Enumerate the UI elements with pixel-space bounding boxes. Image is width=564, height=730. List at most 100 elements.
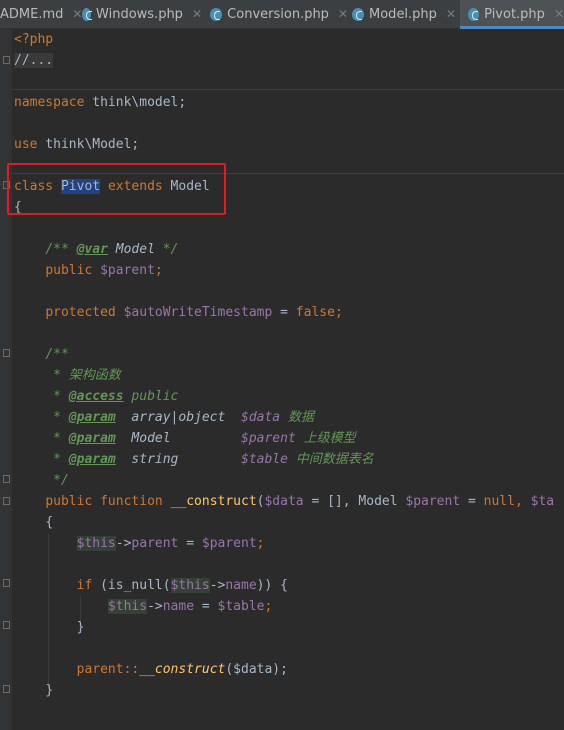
function-name: __construct — [139, 662, 226, 677]
semicolon: ; — [264, 599, 273, 614]
function-name: __construct — [170, 494, 257, 509]
doc-param: $data — [241, 410, 281, 425]
folded-comment[interactable]: //... — [14, 53, 54, 68]
doc-comment: */ — [154, 242, 179, 257]
semicolon: ; — [334, 305, 343, 320]
code-line: public $parent; — [14, 260, 163, 281]
fold-icon[interactable] — [3, 349, 10, 357]
keyword: public — [45, 263, 93, 278]
tab-windows[interactable]: Windows.php ✕ — [82, 0, 202, 28]
keyword: public — [45, 494, 93, 509]
fold-icon[interactable] — [3, 685, 10, 693]
tab-conversion[interactable]: Conversion.php ✕ — [210, 0, 348, 28]
fold-icon[interactable] — [3, 579, 10, 587]
code-line: } — [14, 617, 85, 638]
close-icon[interactable]: ✕ — [72, 7, 82, 21]
tab-model[interactable]: Model.php ✕ — [352, 0, 456, 28]
keyword: if — [76, 578, 93, 593]
doc-comment: * — [45, 410, 69, 425]
fold-icon[interactable] — [3, 497, 10, 505]
fold-icon[interactable] — [3, 621, 10, 629]
operator: -> — [209, 578, 226, 593]
keyword: namespace — [14, 95, 85, 110]
keyword: use — [14, 137, 38, 152]
doc-comment: public — [123, 389, 179, 404]
this-keyword: $this — [170, 578, 210, 593]
doc-comment: * — [45, 389, 69, 404]
php-trait-icon — [210, 7, 223, 21]
operator: -> — [115, 536, 132, 551]
doc-comment: /** — [45, 347, 69, 362]
operator: = — [460, 494, 484, 509]
static-call: parent:: — [76, 662, 140, 677]
keyword: false — [295, 305, 335, 320]
doc-type: array|object — [115, 410, 241, 425]
property: parent — [131, 536, 179, 551]
fold-icon[interactable] — [3, 475, 10, 483]
import-name: think\Model; — [37, 137, 140, 152]
operator: = — [272, 305, 296, 320]
doc-comment: */ — [45, 473, 69, 488]
code-line: /** — [14, 344, 69, 365]
semicolon: ; — [154, 263, 163, 278]
code-line: public function __construct($data = [], … — [14, 491, 554, 512]
close-icon[interactable]: ✕ — [554, 7, 564, 21]
operator: -> — [147, 599, 163, 614]
close-icon[interactable]: ✕ — [446, 7, 456, 21]
php-class-icon — [82, 7, 93, 21]
code-line: * 架构函数 — [14, 365, 121, 386]
call-args: ($data); — [225, 662, 288, 677]
doc-comment: /** — [45, 242, 77, 257]
code-line: * @access public — [14, 386, 178, 407]
tab-label: Model.php — [369, 6, 437, 22]
parameter: $ta — [530, 494, 555, 509]
doc-tag: @param — [68, 431, 116, 446]
doc-comment: 中间数据表名 — [287, 452, 374, 467]
tab-label: Pivot.php — [484, 6, 545, 22]
doc-type: Model — [115, 431, 241, 446]
brace: } — [76, 620, 85, 635]
semicolon: ; — [256, 536, 265, 551]
close-icon[interactable]: ✕ — [338, 7, 348, 21]
property: $autoWriteTimestamp — [123, 305, 273, 320]
keyword: function — [100, 494, 163, 509]
doc-type: string — [115, 452, 241, 467]
doc-tag: @var — [76, 242, 108, 257]
code-line: $this->name = $table; — [14, 596, 272, 617]
variable: $parent — [201, 536, 257, 551]
doc-comment: * — [45, 431, 69, 446]
code-line: * @param Model $parent 上级模型 — [14, 428, 356, 449]
doc-param: $parent — [241, 431, 296, 446]
code-line: protected $autoWriteTimestamp = false; — [14, 302, 343, 323]
tab-label: Windows.php — [96, 6, 183, 22]
keyword: protected — [45, 305, 116, 320]
close-icon[interactable]: ✕ — [192, 7, 202, 21]
code-line: */ — [14, 470, 69, 491]
this-keyword: $this — [76, 536, 116, 551]
code-line: } — [14, 680, 53, 701]
doc-comment: * 架构函数 — [45, 368, 121, 383]
code-line: namespace think\model; — [14, 92, 186, 113]
highlight-box — [7, 163, 226, 215]
doc-tag: @access — [68, 389, 124, 404]
tab-pivot[interactable]: Pivot.php ✕ — [460, 0, 564, 29]
fold-icon[interactable] — [3, 56, 10, 64]
operator: = — [194, 599, 218, 614]
function-call: (is_null( — [92, 578, 171, 593]
code-line: * @param string $table 中间数据表名 — [14, 449, 374, 470]
tab-readme[interactable]: ADME.md ✕ — [0, 0, 82, 28]
doc-param: $table — [241, 452, 288, 467]
doc-comment: * — [45, 452, 69, 467]
php-class-icon — [352, 7, 365, 21]
editor-tab-bar: ADME.md ✕ Windows.php ✕ Conversion.php ✕… — [0, 0, 564, 29]
comma: , — [514, 494, 531, 509]
code-line: { — [14, 512, 53, 533]
namespace-name: think\model; — [84, 95, 187, 110]
code-line: <?php — [14, 29, 53, 50]
code-line: use think\Model; — [14, 134, 139, 155]
doc-type: Model — [107, 242, 155, 257]
code-editor[interactable]: <?php //... namespace think\model; use t… — [0, 29, 564, 730]
php-open-tag: <?php — [14, 32, 54, 47]
code-line: if (is_null($this->name)) { — [14, 575, 288, 596]
doc-tag: @param — [68, 410, 116, 425]
